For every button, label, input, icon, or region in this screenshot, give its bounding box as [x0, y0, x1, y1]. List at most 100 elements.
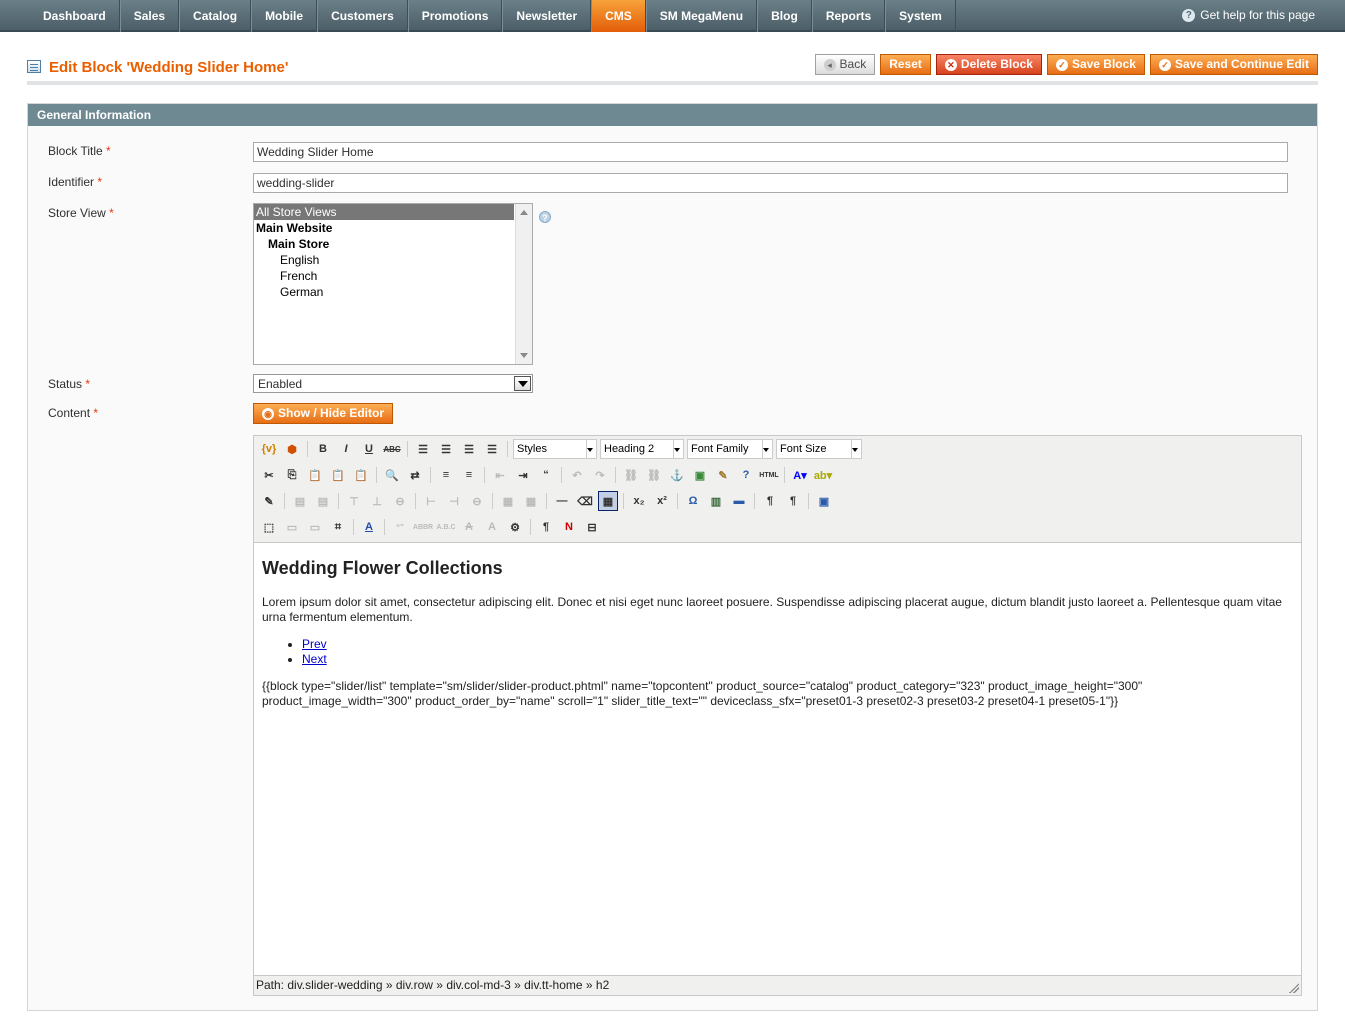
- table-icon[interactable]: ▦: [598, 491, 618, 511]
- ins-icon[interactable]: A: [482, 517, 502, 537]
- save-block-button[interactable]: ✓ Save Block: [1046, 54, 1145, 75]
- delete-block-button[interactable]: ✕ Delete Block: [935, 54, 1042, 75]
- prev-link[interactable]: Prev: [302, 637, 327, 651]
- unlink-icon[interactable]: ⛓: [644, 465, 664, 485]
- link-icon[interactable]: ⛓: [621, 465, 641, 485]
- nav-sm-megamenu[interactable]: SM MegaMenu: [645, 0, 758, 32]
- back-button[interactable]: ◂ Back: [814, 54, 876, 75]
- cut-icon[interactable]: ✂: [259, 465, 279, 485]
- delete-col-icon[interactable]: ⊖: [467, 491, 487, 511]
- blockquote-icon[interactable]: “: [536, 465, 556, 485]
- nav-promotions[interactable]: Promotions: [407, 0, 503, 32]
- acronym-icon[interactable]: A.B.C: [436, 517, 456, 537]
- store-option-german[interactable]: German: [254, 284, 532, 300]
- bold-icon[interactable]: B: [313, 439, 333, 459]
- resize-grip-icon[interactable]: [1289, 983, 1299, 993]
- insert-widget-icon[interactable]: ⬢: [282, 439, 302, 459]
- row-after-icon[interactable]: ⊥: [367, 491, 387, 511]
- paste-word-icon[interactable]: 📋: [351, 465, 371, 485]
- reset-button[interactable]: Reset: [880, 54, 931, 75]
- find-icon[interactable]: 🔍: [382, 465, 402, 485]
- insert-variable-icon[interactable]: {v}: [259, 439, 279, 459]
- align-center-icon[interactable]: ☰: [436, 439, 456, 459]
- media-icon[interactable]: ▥: [706, 491, 726, 511]
- edit-css-icon[interactable]: ✎: [259, 491, 279, 511]
- text-color-icon[interactable]: A▾: [790, 465, 810, 485]
- nav-mobile[interactable]: Mobile: [251, 0, 318, 32]
- anchor-icon[interactable]: ⚓: [667, 465, 687, 485]
- redo-icon[interactable]: ↷: [590, 465, 610, 485]
- delete-row-icon[interactable]: ⊖: [390, 491, 410, 511]
- nav-cms[interactable]: CMS: [591, 0, 646, 32]
- nav-newsletter[interactable]: Newsletter: [502, 0, 592, 32]
- store-list-scrollbar[interactable]: [515, 204, 532, 364]
- page-break-icon[interactable]: ⊟: [582, 517, 602, 537]
- highlight-color-icon[interactable]: ab▾: [813, 465, 833, 485]
- font-family-dropdown[interactable]: Font Family: [687, 439, 773, 459]
- advanced-hr-icon[interactable]: ▬: [729, 491, 749, 511]
- numbered-list-icon[interactable]: ≡: [459, 465, 479, 485]
- strikethrough-icon[interactable]: ABC: [382, 439, 402, 459]
- move-layer-icon[interactable]: ▤: [313, 491, 333, 511]
- insert-before-icon[interactable]: ▭: [282, 517, 302, 537]
- next-link[interactable]: Next: [302, 652, 327, 666]
- col-before-icon[interactable]: ⊢: [421, 491, 441, 511]
- ltr-icon[interactable]: ¶: [760, 491, 780, 511]
- fullscreen-icon[interactable]: ▣: [814, 491, 834, 511]
- styles-dropdown[interactable]: Styles: [513, 439, 597, 459]
- visual-aid-icon[interactable]: ⬚: [259, 517, 279, 537]
- outdent-icon[interactable]: ⇤: [490, 465, 510, 485]
- nav-catalog[interactable]: Catalog: [179, 0, 252, 32]
- italic-icon[interactable]: I: [336, 439, 356, 459]
- font-size-dropdown[interactable]: Font Size: [776, 439, 862, 459]
- horizontal-rule-icon[interactable]: —: [552, 491, 572, 511]
- special-char-icon[interactable]: Ω: [683, 491, 703, 511]
- align-right-icon[interactable]: ☰: [459, 439, 479, 459]
- replace-icon[interactable]: ⇄: [405, 465, 425, 485]
- paste-icon[interactable]: 📋: [305, 465, 325, 485]
- help-circle-icon[interactable]: ?: [736, 465, 756, 485]
- insert-layer-icon[interactable]: ▤: [290, 491, 310, 511]
- nav-customers[interactable]: Customers: [317, 0, 408, 32]
- help-link[interactable]: ? Get help for this page: [1182, 8, 1315, 22]
- block-title-input[interactable]: Wedding Slider Home: [253, 142, 1288, 162]
- col-after-icon[interactable]: ⊣: [444, 491, 464, 511]
- bullet-list-icon[interactable]: ≡: [436, 465, 456, 485]
- subscript-icon[interactable]: x₂: [629, 491, 649, 511]
- format-dropdown[interactable]: Heading 2: [600, 439, 684, 459]
- undo-icon[interactable]: ↶: [567, 465, 587, 485]
- nav-blog[interactable]: Blog: [757, 0, 812, 32]
- editor-content-area[interactable]: Wedding Flower Collections Lorem ipsum d…: [254, 543, 1301, 975]
- image-icon[interactable]: ▣: [690, 465, 710, 485]
- remove-format-icon[interactable]: ⌫: [575, 491, 595, 511]
- del-icon[interactable]: A: [459, 517, 479, 537]
- paste-text-icon[interactable]: 📋: [328, 465, 348, 485]
- insert-after-icon[interactable]: ▭: [305, 517, 325, 537]
- row-before-icon[interactable]: ⊤: [344, 491, 364, 511]
- rtl-icon[interactable]: ¶: [783, 491, 803, 511]
- nonbreaking-icon[interactable]: N: [559, 517, 579, 537]
- status-select[interactable]: Enabled: [253, 374, 533, 393]
- merge-cells-icon[interactable]: ▦: [521, 491, 541, 511]
- copy-icon[interactable]: ⎘: [282, 465, 302, 485]
- identifier-input[interactable]: wedding-slider: [253, 173, 1288, 193]
- crop-icon[interactable]: ⌗: [328, 517, 348, 537]
- abbr-icon[interactable]: ABBR: [413, 517, 433, 537]
- save-continue-button[interactable]: ✓ Save and Continue Edit: [1149, 54, 1318, 75]
- show-hide-editor-button[interactable]: ◉ Show / Hide Editor: [253, 403, 394, 424]
- nav-system[interactable]: System: [885, 0, 956, 32]
- indent-icon[interactable]: ⇥: [513, 465, 533, 485]
- split-cells-icon[interactable]: ▦: [498, 491, 518, 511]
- cleanup-icon[interactable]: ✎: [713, 465, 733, 485]
- superscript-icon[interactable]: x²: [652, 491, 672, 511]
- nav-dashboard[interactable]: Dashboard: [30, 0, 120, 32]
- nav-reports[interactable]: Reports: [811, 0, 886, 32]
- nav-sales[interactable]: Sales: [119, 0, 180, 32]
- show-blocks-icon[interactable]: ¶: [536, 517, 556, 537]
- store-option-french[interactable]: French: [254, 268, 532, 284]
- styleprops-icon[interactable]: A: [359, 517, 379, 537]
- align-justify-icon[interactable]: ☰: [482, 439, 502, 459]
- html-source-icon[interactable]: HTML: [759, 465, 779, 485]
- align-left-icon[interactable]: ☰: [413, 439, 433, 459]
- store-view-multiselect[interactable]: All Store Views Main Website Main Store …: [253, 203, 533, 365]
